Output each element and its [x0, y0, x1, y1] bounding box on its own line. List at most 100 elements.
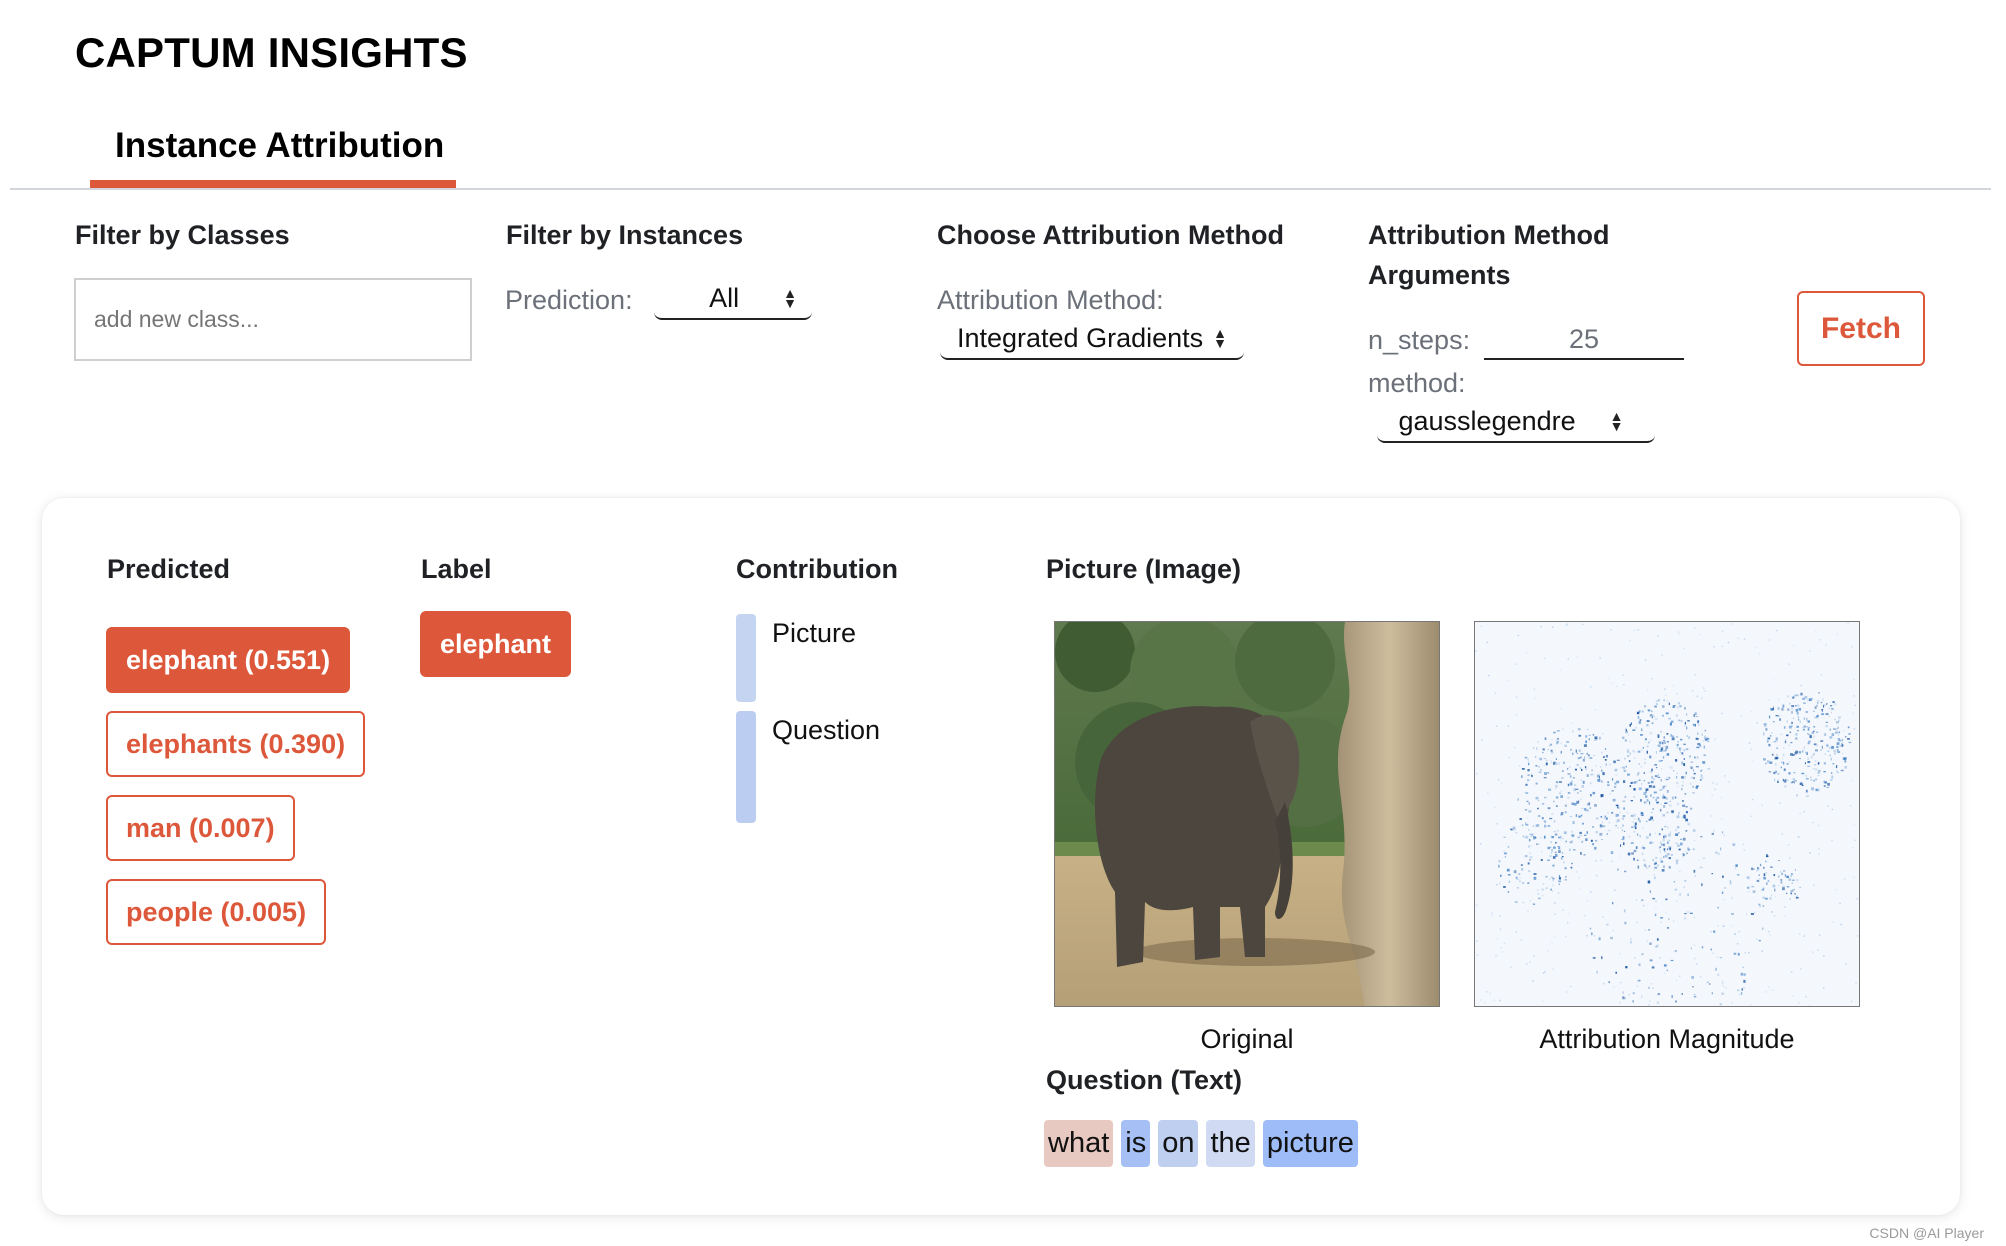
- heatmap-speckle: [1527, 760, 1530, 762]
- heatmap-speckle: [1799, 886, 1802, 889]
- heatmap-speckle: [1526, 800, 1529, 802]
- fetch-button[interactable]: Fetch: [1797, 291, 1925, 366]
- heatmap-speckle: [1623, 768, 1626, 770]
- question-token: on: [1158, 1120, 1199, 1167]
- heatmap-speckle: [1507, 845, 1510, 848]
- predicted-class-pill[interactable]: man (0.007): [106, 795, 295, 861]
- heatmap-speckle: [1643, 859, 1645, 862]
- heatmap-speckle: [1630, 938, 1632, 940]
- predicted-class-pill[interactable]: elephant (0.551): [106, 627, 351, 693]
- heatmap-speckle: [1786, 892, 1788, 894]
- heatmap-speckle: [1685, 850, 1687, 853]
- heatmap-speckle: [1594, 709, 1597, 711]
- heatmap-speckle: [1712, 782, 1714, 784]
- n-steps-label: n_steps:: [1368, 325, 1471, 355]
- n-steps-input[interactable]: [1484, 320, 1684, 360]
- heatmap-speckle: [1687, 848, 1690, 851]
- heatmap-speckle: [1550, 739, 1554, 741]
- heatmap-speckle: [1803, 717, 1806, 720]
- heatmap-speckle: [1607, 812, 1609, 814]
- heatmap-speckle: [1653, 869, 1655, 871]
- heatmap-speckle: [1663, 835, 1665, 839]
- heatmap-speckle: [1627, 852, 1631, 856]
- heatmap-speckle: [1797, 716, 1800, 719]
- heatmap-speckle: [1849, 805, 1852, 807]
- heatmap-speckle: [1495, 725, 1498, 727]
- heatmap-speckle: [1637, 750, 1641, 753]
- heatmap-speckle: [1528, 870, 1531, 873]
- heatmap-speckle: [1809, 735, 1812, 739]
- heatmap-speckle: [1549, 817, 1553, 820]
- heatmap-speckle: [1592, 791, 1596, 795]
- add-class-input[interactable]: [74, 278, 472, 361]
- heatmap-speckle: [1650, 841, 1654, 844]
- heatmap-speckle: [1552, 864, 1555, 867]
- heatmap-speckle: [1649, 755, 1652, 759]
- heatmap-speckle: [1805, 774, 1807, 777]
- heatmap-speckle: [1743, 638, 1746, 640]
- heatmap-speckle: [1765, 860, 1767, 863]
- tab-instance-attribution[interactable]: Instance Attribution: [90, 118, 456, 188]
- heatmap-speckle: [1816, 700, 1820, 702]
- heatmap-speckle: [1672, 920, 1675, 922]
- heatmap-speckle: [1652, 859, 1655, 862]
- heatmap-speckle: [1643, 772, 1645, 774]
- app-title: CAPTUM INSIGHTS: [75, 29, 468, 76]
- heatmap-speckle: [1617, 868, 1619, 871]
- heatmap-speckle: [1655, 751, 1657, 754]
- heatmap-speckle: [1834, 702, 1837, 706]
- heatmap-speckle: [1838, 733, 1840, 736]
- heatmap-speckle: [1476, 904, 1478, 907]
- attribution-caption: Attribution Magnitude: [1539, 1024, 1795, 1054]
- heatmap-speckle: [1844, 766, 1847, 769]
- heatmap-speckle: [1550, 751, 1554, 754]
- heatmap-speckle: [1676, 706, 1679, 709]
- heatmap-speckle: [1586, 900, 1588, 902]
- heatmap-speckle: [1800, 968, 1802, 970]
- heatmap-speckle: [1653, 874, 1655, 876]
- heatmap-speckle: [1578, 887, 1581, 890]
- heatmap-speckle: [1704, 690, 1706, 692]
- heatmap-speckle: [1562, 837, 1564, 840]
- heatmap-speckle: [1790, 742, 1793, 744]
- heatmap-speckle: [1571, 834, 1575, 837]
- prediction-select[interactable]: All ▲ ▼: [654, 278, 812, 320]
- heatmap-speckle: [1682, 837, 1686, 841]
- heatmap-speckle: [1778, 875, 1780, 878]
- heatmap-speckle: [1740, 972, 1744, 976]
- predicted-class-pill[interactable]: people (0.005): [106, 879, 327, 945]
- heatmap-speckle: [1722, 985, 1725, 987]
- heatmap-speckle: [1558, 883, 1560, 885]
- heatmap-speckle: [1675, 759, 1678, 762]
- heatmap-speckle: [1753, 868, 1755, 870]
- heatmap-speckle: [1527, 862, 1530, 865]
- heatmap-speckle: [1638, 721, 1641, 724]
- heatmap-speckle: [1813, 884, 1815, 886]
- heatmap-speckle: [1503, 850, 1505, 853]
- heatmap-speckle: [1638, 963, 1641, 966]
- heatmap-speckle: [1628, 760, 1631, 762]
- heatmap-speckle: [1540, 859, 1543, 861]
- heatmap-speckle: [1662, 756, 1665, 759]
- ig-method-select[interactable]: gausslegendre ▲ ▼: [1377, 401, 1655, 443]
- heatmap-speckle: [1696, 695, 1699, 698]
- heatmap-speckle: [1615, 824, 1617, 827]
- heatmap-speckle: [1674, 796, 1677, 799]
- heatmap-speckle: [1659, 957, 1661, 959]
- heatmap-speckle: [1658, 699, 1660, 702]
- heatmap-speckle: [1788, 878, 1791, 881]
- heatmap-speckle: [1480, 999, 1482, 1001]
- heatmap-speckle: [1771, 753, 1774, 756]
- heatmap-speckle: [1659, 808, 1662, 812]
- heatmap-speckle: [1616, 759, 1620, 761]
- heatmap-speckle: [1772, 884, 1776, 888]
- heatmap-speckle: [1599, 824, 1602, 826]
- heatmap-speckle: [1623, 770, 1627, 772]
- heatmap-speckle: [1712, 952, 1715, 954]
- heatmap-speckle: [1525, 824, 1529, 826]
- heatmap-speckle: [1769, 897, 1772, 900]
- heatmap-speckle: [1516, 887, 1519, 889]
- heatmap-speckle: [1664, 738, 1666, 740]
- predicted-class-pill[interactable]: elephants (0.390): [106, 711, 366, 777]
- attribution-method-select[interactable]: Integrated Gradients ▲ ▼: [940, 318, 1244, 360]
